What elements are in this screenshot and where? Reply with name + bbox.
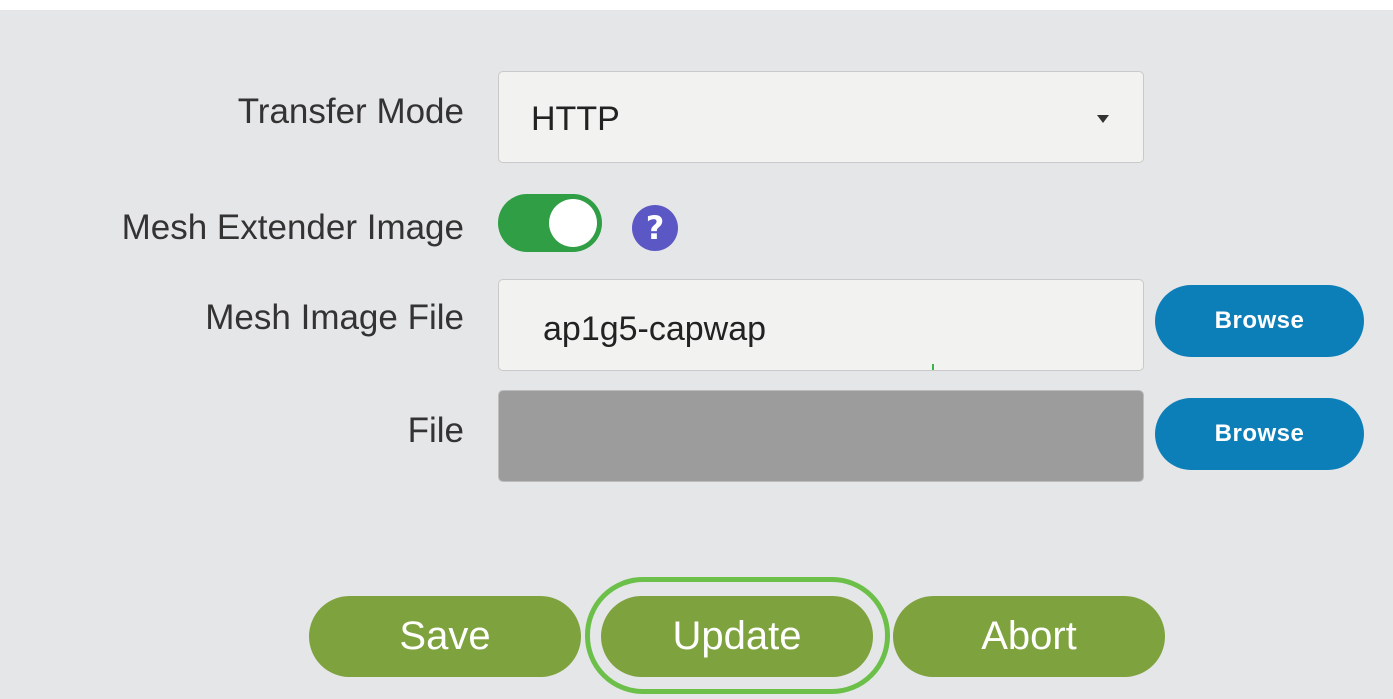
abort-button[interactable]: Abort — [893, 596, 1165, 677]
question-mark-icon[interactable]: ? — [632, 205, 678, 251]
file-input[interactable] — [498, 390, 1144, 482]
update-highlight-ring — [585, 577, 890, 694]
toggle-knob — [549, 199, 597, 247]
mesh-image-browse-button[interactable]: Browse — [1155, 285, 1364, 357]
save-button[interactable]: Save — [309, 596, 581, 677]
transfer-mode-select[interactable]: HTTP — [498, 71, 1144, 163]
mesh-extender-image-toggle[interactable] — [498, 194, 602, 252]
text-cursor — [932, 364, 934, 370]
mesh-extender-image-label: Mesh Extender Image — [121, 208, 464, 247]
mesh-image-file-value: ap1g5-capwap — [543, 310, 767, 348]
top-strip — [0, 0, 1393, 10]
file-label: File — [407, 411, 464, 450]
transfer-mode-label: Transfer Mode — [237, 92, 464, 131]
transfer-mode-selected-value: HTTP — [531, 100, 620, 138]
mesh-image-file-label: Mesh Image File — [205, 298, 464, 337]
file-browse-button[interactable]: Browse — [1155, 398, 1364, 470]
chevron-down-icon — [1097, 115, 1109, 123]
mesh-image-file-input[interactable]: ap1g5-capwap — [498, 279, 1144, 371]
